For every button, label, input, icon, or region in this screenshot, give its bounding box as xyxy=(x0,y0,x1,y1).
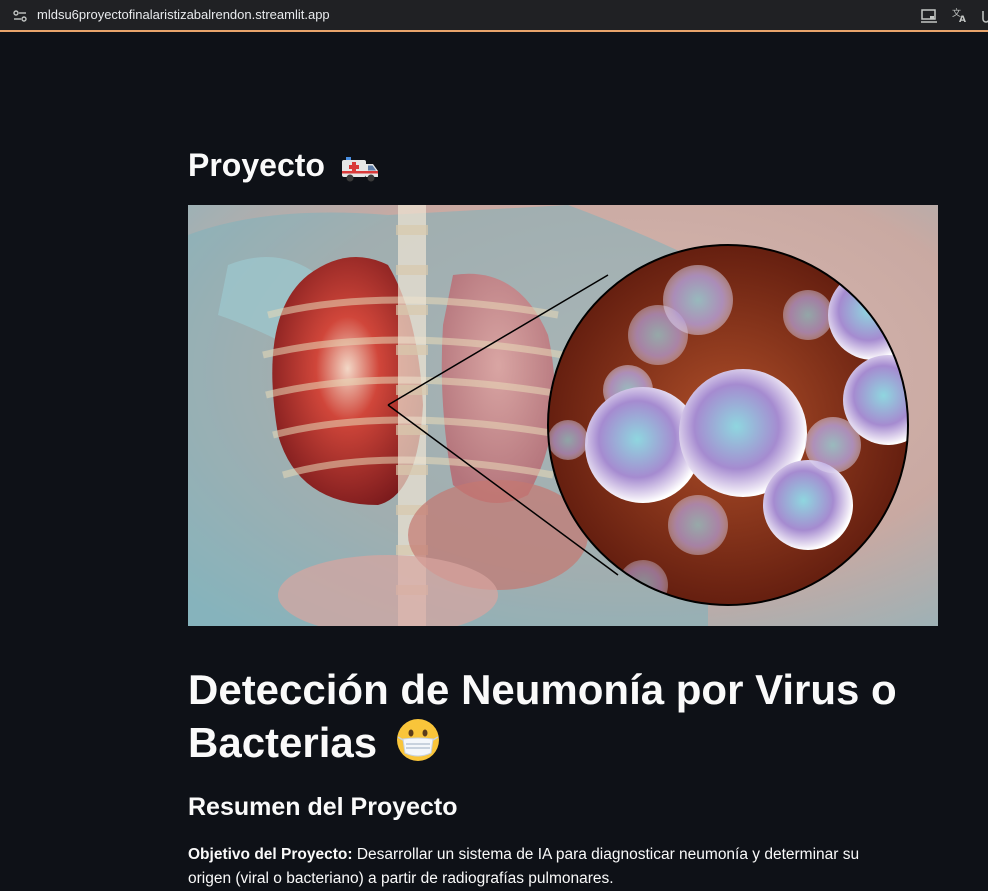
summary-subheading: Resumen del Proyecto xyxy=(188,793,458,821)
main-heading: Detección de Neumonía por Virus o Bacter… xyxy=(188,663,928,769)
pneumonia-lungs-bacteria-image xyxy=(188,205,938,626)
cast-icon[interactable] xyxy=(920,7,938,25)
browser-address-bar: mldsu6proyectofinalaristizabalrendon.str… xyxy=(0,0,988,32)
svg-text:A: A xyxy=(959,15,966,24)
translate-icon[interactable]: 文 A xyxy=(951,6,969,24)
section-title-text: Proyecto xyxy=(188,147,325,183)
extension-icon[interactable] xyxy=(981,8,988,24)
ambulance-icon xyxy=(341,156,378,182)
url-text[interactable]: mldsu6proyectofinalaristizabalrendon.str… xyxy=(37,7,330,22)
face-mask-icon xyxy=(396,719,439,761)
objective-label: Objetivo del Proyecto: xyxy=(188,846,353,863)
site-info-icon[interactable] xyxy=(12,8,28,24)
objective-paragraph: Objetivo del Proyecto: Desarrollar un si… xyxy=(188,843,888,891)
section-title: Proyecto xyxy=(188,147,380,184)
main-heading-text: Detección de Neumonía por Virus o Bacter… xyxy=(188,666,897,766)
